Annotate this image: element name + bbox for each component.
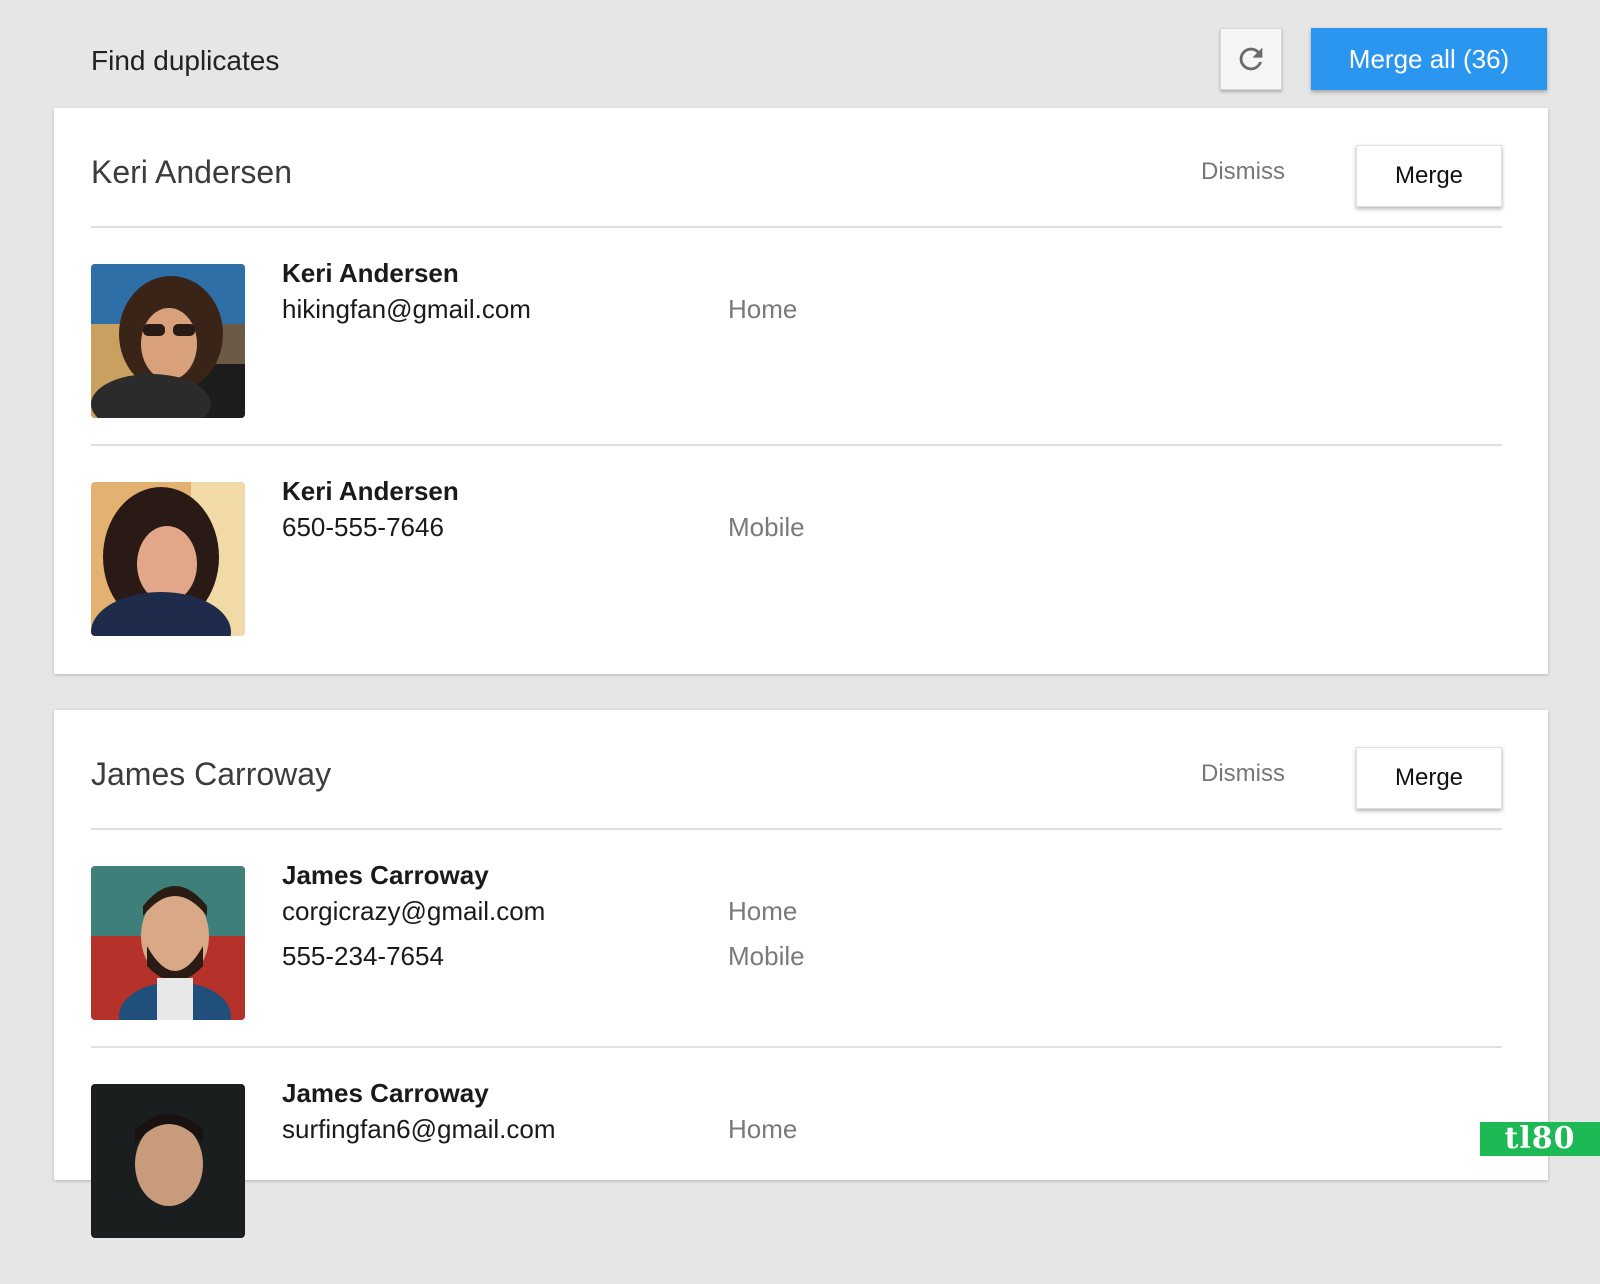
- group-title: James Carroway: [91, 756, 332, 792]
- refresh-button[interactable]: [1220, 28, 1282, 90]
- avatar: [91, 264, 245, 418]
- merge-button[interactable]: Merge: [1356, 145, 1502, 207]
- contact-phone: 650-555-7646: [282, 512, 444, 542]
- watermark-logo: tl80: [1480, 1122, 1600, 1156]
- group-header: James Carroway Dismiss Merge: [54, 710, 1548, 830]
- contact-email: corgicrazy@gmail.com: [282, 896, 546, 926]
- refresh-icon: [1239, 47, 1263, 71]
- contact-name: Keri Andersen: [282, 258, 459, 288]
- avatar: [91, 866, 245, 1020]
- contact-name: James Carroway: [282, 1078, 489, 1108]
- avatar: [91, 1084, 245, 1238]
- duplicate-group-card: Keri Andersen Dismiss Merge Keri Anderse…: [54, 108, 1548, 674]
- duplicate-group-card: James Carroway Dismiss Merge James Carro…: [54, 710, 1548, 1238]
- dismiss-button[interactable]: Dismiss: [1201, 759, 1285, 789]
- group-header: Keri Andersen Dismiss Merge: [54, 108, 1548, 228]
- dismiss-button[interactable]: Dismiss: [1201, 157, 1285, 187]
- contact-row[interactable]: Keri Andersen 650-555-7646 Mobile: [54, 476, 1548, 682]
- contact-email: surfingfan6@gmail.com: [282, 1114, 556, 1144]
- divider: [91, 226, 1502, 228]
- contact-row[interactable]: James Carroway surfingfan6@gmail.com Hom…: [54, 1078, 1548, 1284]
- avatar: [91, 482, 245, 636]
- contact-name: James Carroway: [282, 860, 489, 890]
- contact-email-type: Home: [728, 1114, 798, 1144]
- contact-phone: 555-234-7654: [282, 941, 444, 971]
- contact-row[interactable]: Keri Andersen hikingfan@gmail.com Home: [54, 258, 1548, 464]
- merge-button[interactable]: Merge: [1356, 747, 1502, 809]
- contact-name: Keri Andersen: [282, 476, 459, 506]
- page-title: Find duplicates: [91, 45, 280, 76]
- contact-email-type: Home: [728, 294, 798, 324]
- group-title: Keri Andersen: [91, 154, 293, 190]
- divider: [91, 1046, 1502, 1048]
- contact-email: hikingfan@gmail.com: [282, 294, 531, 324]
- contact-phone-type: Mobile: [728, 512, 805, 542]
- contact-email-type: Home: [728, 896, 798, 926]
- merge-all-button[interactable]: Merge all (36): [1311, 28, 1547, 90]
- divider: [91, 828, 1502, 830]
- divider: [91, 444, 1502, 446]
- contact-phone-type: Mobile: [728, 941, 805, 971]
- top-bar: Find duplicates Merge all (36): [0, 0, 1600, 108]
- contact-row[interactable]: James Carroway corgicrazy@gmail.com Home…: [54, 860, 1548, 1066]
